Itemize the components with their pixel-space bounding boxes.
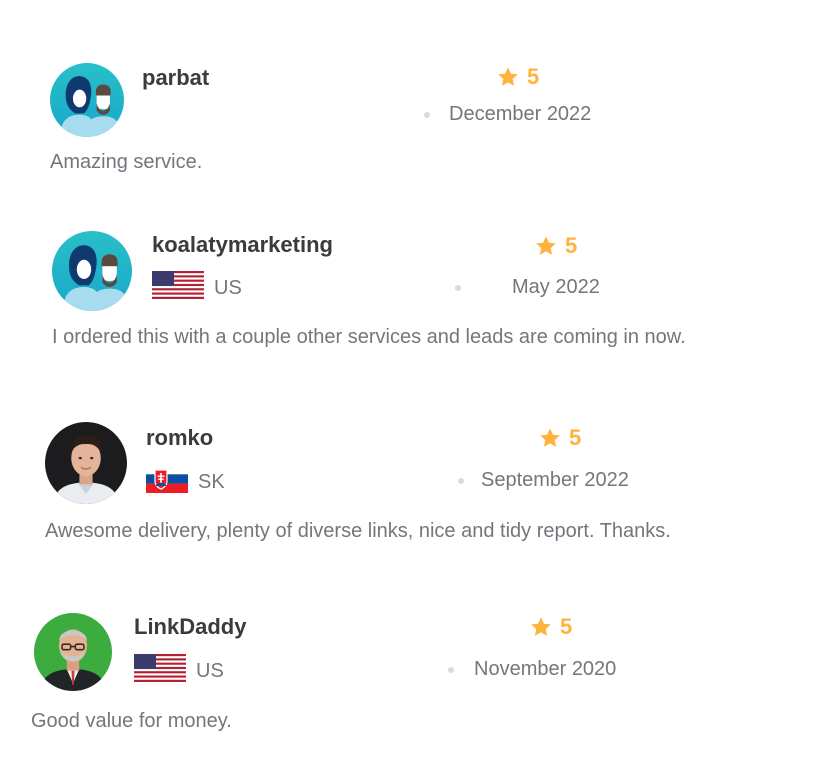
slovakia-flag-icon <box>146 465 188 499</box>
rating: 5 <box>530 614 572 640</box>
reviewer-country: SK <box>146 465 225 499</box>
date-text: September 2022 <box>481 469 629 491</box>
rating-value: 5 <box>569 425 582 450</box>
review-date: November 2020 <box>448 658 616 681</box>
user-photo-avatar[interactable] <box>45 422 127 504</box>
date-text: November 2020 <box>474 658 617 680</box>
separator-dot <box>455 284 461 291</box>
us-flag-icon <box>134 654 186 688</box>
date-text: May 2022 <box>512 276 600 298</box>
separator-dot <box>458 477 464 484</box>
rating-value: 5 <box>565 233 578 258</box>
review-item: LinkDaddy US 5 November 2020 Good value … <box>0 0 828 732</box>
review-date: May 2022 <box>455 276 600 299</box>
reviewer-country: US <box>134 654 224 688</box>
review-comment: I ordered this with a couple other servi… <box>52 326 686 348</box>
star-icon <box>530 616 552 638</box>
country-code: SK <box>198 470 225 493</box>
separator-dot <box>448 666 454 673</box>
reviewer-username[interactable]: koalatymarketing <box>152 232 333 258</box>
reviewer-username[interactable]: LinkDaddy <box>134 614 246 640</box>
review-comment: Awesome delivery, plenty of diverse link… <box>45 520 671 542</box>
us-flag-icon <box>152 271 204 305</box>
reviewer-username[interactable]: romko <box>146 425 213 451</box>
country-code: US <box>214 276 242 299</box>
rating-value: 5 <box>560 614 573 639</box>
reviewer-country: US <box>152 271 242 305</box>
review-comment: Good value for money. <box>31 710 232 732</box>
generic-couple-avatar-icon[interactable] <box>52 231 132 311</box>
rating: 5 <box>539 425 581 451</box>
user-photo-avatar[interactable] <box>34 613 112 691</box>
rating: 5 <box>535 233 577 259</box>
star-icon <box>535 235 557 257</box>
review-date: September 2022 <box>458 469 629 492</box>
country-code: US <box>196 659 224 682</box>
star-icon <box>539 427 561 449</box>
